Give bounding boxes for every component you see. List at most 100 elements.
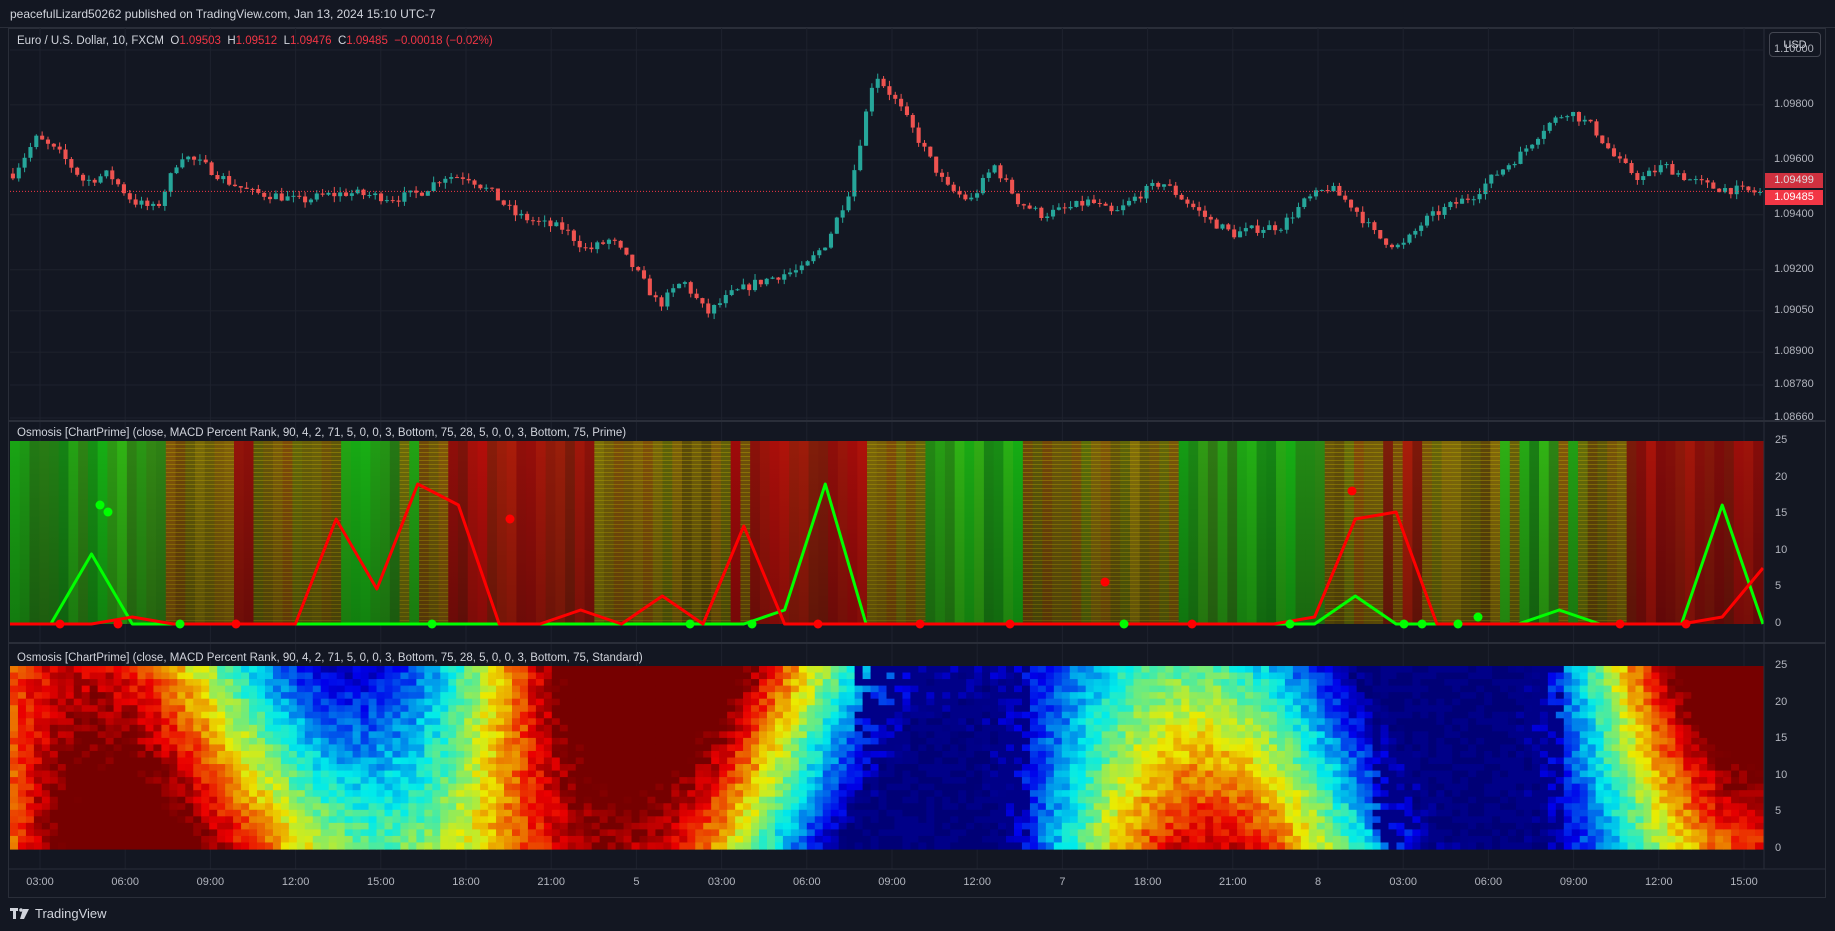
standard-heat-cell <box>511 737 521 746</box>
standard-heat-cell <box>1045 679 1055 687</box>
standard-heat-cell <box>280 777 290 785</box>
standard-heat-cell <box>703 692 712 700</box>
standard-heat-cell <box>193 698 202 706</box>
standard-heat-cell <box>225 790 234 798</box>
standard-heat-cell <box>320 777 330 785</box>
standard-heat-cell <box>695 835 704 844</box>
standard-heat-cell <box>1069 764 1079 772</box>
standard-heat-cell <box>519 796 529 804</box>
standard-heat-cell <box>257 705 266 713</box>
standard-heat-cell <box>1109 724 1119 732</box>
standard-heat-cell <box>384 666 394 674</box>
standard-heat-cell <box>878 796 888 804</box>
standard-heat-cell <box>225 666 234 674</box>
standard-heat-cell <box>280 790 290 798</box>
standard-heat-cell <box>10 711 19 719</box>
standard-heat-cell <box>304 757 314 765</box>
standard-heat-cell <box>527 790 537 798</box>
standard-heat-cell <box>360 764 370 772</box>
standard-heat-cell <box>766 764 776 772</box>
standard-heat-cell <box>177 842 186 850</box>
standard-heat-cell <box>559 666 569 674</box>
standard-heat-cell <box>679 803 688 811</box>
candle-body <box>145 200 150 206</box>
standard-heat-cell <box>129 711 139 719</box>
standard-heat-cell <box>894 829 904 837</box>
standard-heat-cell <box>1149 796 1159 804</box>
standard-heat-cell <box>774 744 784 752</box>
candle-body <box>168 173 173 192</box>
standard-heat-cell <box>89 718 99 726</box>
standard-heat-cell <box>942 737 951 746</box>
chart-canvas[interactable] <box>0 0 1835 931</box>
standard-heat-cell <box>97 796 107 804</box>
standard-heat-cell <box>1006 777 1015 785</box>
standard-heat-cell <box>1006 842 1015 850</box>
standard-heat-cell <box>105 685 115 693</box>
standard-heat-cell <box>958 822 967 830</box>
standard-heat-cell <box>695 796 704 804</box>
standard-heat-cell <box>336 842 346 850</box>
standard-heat-cell <box>519 744 529 752</box>
standard-heat-cell <box>1133 705 1143 713</box>
standard-heat-cell <box>623 816 633 824</box>
standard-heat-cell <box>1045 744 1055 752</box>
standard-heat-cell <box>934 737 943 746</box>
standard-heat-cell <box>543 829 553 837</box>
standard-heat-cell <box>942 750 951 759</box>
candle-body <box>501 200 506 205</box>
standard-heat-cell <box>320 672 330 680</box>
standard-heat-cell <box>942 822 951 830</box>
candle-body <box>1676 173 1681 175</box>
standard-heat-cell <box>280 711 290 719</box>
candle-body <box>384 200 389 202</box>
standard-heat-cell <box>1125 803 1135 811</box>
standard-heat-cell <box>711 698 720 706</box>
standard-heat-cell <box>527 692 537 700</box>
candle-body <box>437 182 442 184</box>
standard-heat-cell <box>543 783 553 791</box>
standard-heat-cell <box>201 672 210 680</box>
standard-heat-cell <box>97 770 107 778</box>
standard-heat-cell <box>639 842 649 850</box>
standard-heat-cell <box>161 718 170 726</box>
standard-heat-cell <box>966 705 975 713</box>
standard-heat-cell <box>647 692 657 700</box>
standard-heat-cell <box>806 685 816 693</box>
standard-heat-cell <box>583 718 593 726</box>
standard-heat-cell <box>766 757 776 765</box>
standard-heat-cell <box>336 672 346 680</box>
standard-heat-cell <box>264 692 274 700</box>
standard-heat-cell <box>432 698 441 706</box>
standard-heat-cell <box>1021 809 1031 817</box>
standard-heat-cell <box>304 809 314 817</box>
standard-heat-cell <box>65 737 75 746</box>
standard-heat-cell <box>169 822 178 830</box>
standard-heat-cell <box>934 764 943 772</box>
standard-heat-cell <box>886 685 896 693</box>
standard-heat-cell <box>1021 822 1031 830</box>
candle-body <box>747 284 752 291</box>
standard-heat-cell <box>105 744 115 752</box>
standard-heat-cell <box>456 698 465 706</box>
standard-heat-cell <box>113 803 123 811</box>
standard-heat-cell <box>1133 718 1143 726</box>
standard-heat-cell <box>950 731 959 739</box>
standard-heat-cell <box>1077 757 1087 765</box>
standard-heat-cell <box>344 711 354 719</box>
standard-heat-cell <box>185 816 194 824</box>
standard-heat-cell <box>663 666 672 674</box>
standard-heat-cell <box>73 829 83 837</box>
standard-heat-cell <box>1149 822 1159 830</box>
standard-heat-cell <box>1157 731 1166 739</box>
standard-heat-cell <box>766 790 776 798</box>
standard-heat-cell <box>1077 829 1087 837</box>
standard-heat-cell <box>33 672 43 680</box>
standard-heat-cell <box>822 724 832 732</box>
standard-heat-cell <box>376 790 386 798</box>
standard-heat-cell <box>264 783 274 791</box>
standard-heat-cell <box>424 757 433 765</box>
standard-heat-cell <box>814 764 824 772</box>
standard-heat-cell <box>870 829 880 837</box>
standard-heat-cell <box>1069 737 1079 746</box>
